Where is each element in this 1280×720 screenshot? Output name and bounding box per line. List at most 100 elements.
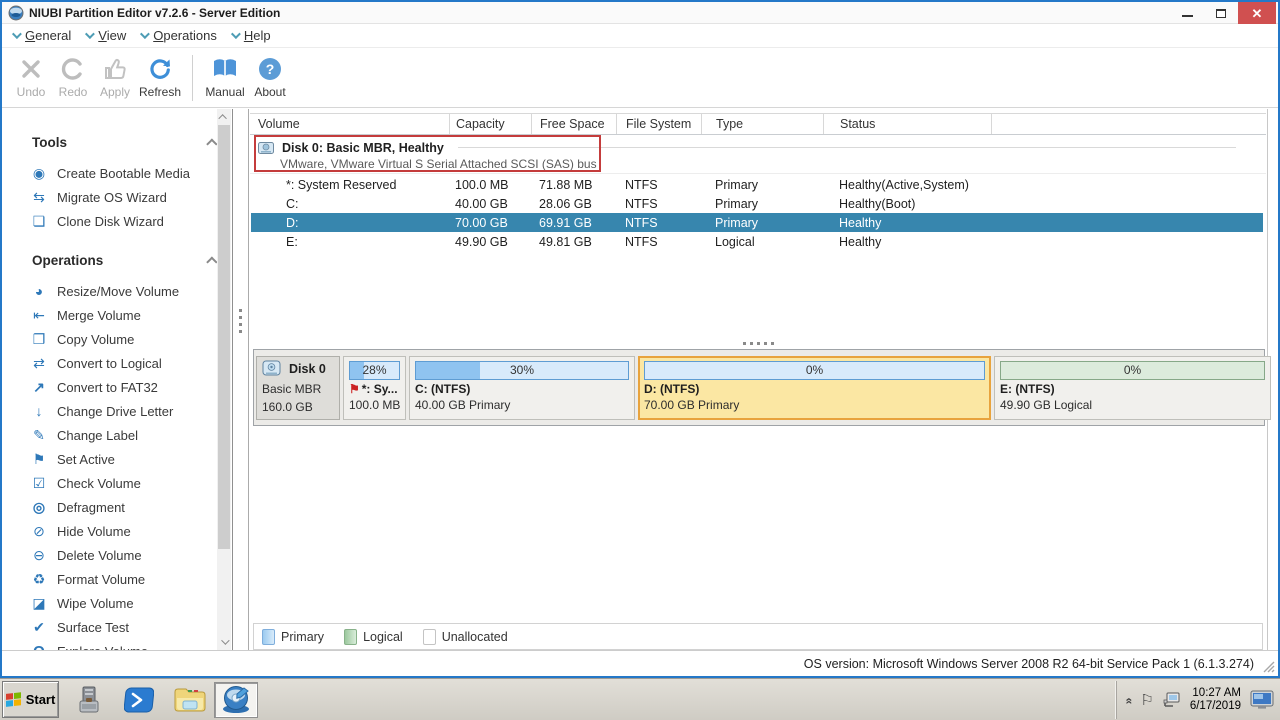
- open-book-icon: [214, 59, 236, 76]
- redo-button[interactable]: Redo: [52, 51, 94, 105]
- partition-block-c[interactable]: 30% C: (NTFS) 40.00 GB Primary: [409, 356, 635, 420]
- sidebar-item-migrate-os-wizard[interactable]: Migrate OS Wizard: [2, 185, 232, 209]
- action-center-flag-icon[interactable]: ⚐: [1140, 691, 1153, 709]
- resize-grip[interactable]: [1263, 661, 1275, 673]
- database-delete-icon: [30, 548, 48, 562]
- table-row-e[interactable]: E: 49.90 GB 49.81 GB NTFS Logical Health…: [251, 232, 1263, 251]
- boot-flag-icon: ⚑: [349, 382, 360, 396]
- minimize-icon: [1181, 15, 1193, 17]
- start-button[interactable]: Start: [2, 681, 59, 718]
- resize-pie-icon: [30, 284, 48, 298]
- menu-operations[interactable]: Operations: [140, 28, 217, 43]
- tray-clock[interactable]: 10:27 AM 6/17/2019: [1190, 687, 1241, 713]
- close-icon: ✕: [1251, 5, 1263, 21]
- taskbar-server-manager-icon[interactable]: [70, 682, 108, 718]
- menu-help[interactable]: Help: [230, 28, 271, 43]
- column-header-file-system[interactable]: File System: [617, 114, 702, 134]
- sidebar-item-merge-volume[interactable]: Merge Volume: [2, 303, 232, 327]
- column-header-status[interactable]: Status: [824, 114, 992, 134]
- eraser-icon: [30, 596, 48, 610]
- monitor-tray-icon[interactable]: [1250, 690, 1274, 710]
- maximize-button[interactable]: [1204, 2, 1238, 24]
- sidebar-item-delete-volume[interactable]: Delete Volume: [2, 543, 232, 567]
- menu-general[interactable]: General: [11, 28, 71, 43]
- horizontal-splitter[interactable]: [249, 337, 1267, 349]
- content-area: Volume Capacity Free Space File System T…: [248, 109, 1271, 650]
- sidebar-item-clone-disk-wizard[interactable]: Clone Disk Wizard: [2, 209, 232, 233]
- sidebar-item-defragment[interactable]: Defragment: [2, 495, 232, 519]
- hidden-icons-chevron[interactable]: «: [1122, 698, 1136, 703]
- partition-block-d-selected[interactable]: 0% D: (NTFS) 70.00 GB Primary: [638, 356, 991, 420]
- column-header-type[interactable]: Type: [702, 114, 824, 134]
- sidebar-item-format-volume[interactable]: Format Volume: [2, 567, 232, 591]
- sidebar-item-resize-move-volume[interactable]: Resize/Move Volume: [2, 279, 232, 303]
- usage-bar: 28%: [349, 361, 400, 380]
- taskbar-powershell-icon[interactable]: [120, 682, 158, 718]
- undo-button[interactable]: Undo: [10, 51, 52, 105]
- sidebar-item-change-drive-letter[interactable]: Change Drive Letter: [2, 399, 232, 423]
- usage-bar: 0%: [644, 361, 985, 380]
- app-logo-icon: [8, 5, 24, 20]
- taskbar: Start « ⚐ 10:27 AM 6/17/2019: [0, 678, 1280, 720]
- minimize-button[interactable]: [1170, 2, 1204, 24]
- sidebar-scrollbar[interactable]: [217, 109, 231, 650]
- sidebar-item-hide-volume[interactable]: Hide Volume: [2, 519, 232, 543]
- column-header-volume[interactable]: Volume: [250, 114, 450, 134]
- sidebar-item-explore-volume[interactable]: Explore Volume: [2, 639, 232, 651]
- sidebar-section-tools[interactable]: Tools: [2, 129, 232, 155]
- scroll-up-arrow[interactable]: [217, 109, 231, 125]
- sidebar-item-convert-to-logical[interactable]: Convert to Logical: [2, 351, 232, 375]
- os-version-text: OS version: Microsoft Windows Server 200…: [803, 656, 1254, 671]
- column-header-free-space[interactable]: Free Space: [532, 114, 617, 134]
- pencil-icon: [30, 428, 48, 442]
- group-rule-line: [457, 147, 1236, 148]
- sidebar-item-copy-volume[interactable]: Copy Volume: [2, 327, 232, 351]
- disk0-group-row[interactable]: Disk 0: Basic MBR, Healthy VMware, VMwar…: [250, 136, 1266, 174]
- partition-block-e[interactable]: 0% E: (NTFS) 49.90 GB Logical: [994, 356, 1271, 420]
- apply-button[interactable]: Apply: [94, 51, 136, 105]
- sidebar-section-operations[interactable]: Operations: [2, 247, 232, 273]
- column-header-capacity[interactable]: Capacity: [450, 114, 532, 134]
- thumbs-up-icon: [105, 58, 126, 79]
- disk0-title: Disk 0: Basic MBR, Healthy: [282, 140, 444, 155]
- convert-arrows-icon: [30, 356, 48, 370]
- sidebar-item-create-bootable-media[interactable]: Create Bootable Media: [2, 161, 232, 185]
- table-row-system-reserved[interactable]: *: System Reserved 100.0 MB 71.88 MB NTF…: [251, 175, 1263, 194]
- scroll-down-arrow[interactable]: [217, 634, 231, 650]
- legend-primary: Primary: [262, 628, 324, 645]
- vertical-splitter[interactable]: [234, 109, 248, 650]
- partition-block-system-reserved[interactable]: 28% ⚑ *: Sy... 100.0 MB: [343, 356, 406, 420]
- usage-bar: 0%: [1000, 361, 1265, 380]
- primary-swatch-icon: [262, 628, 275, 645]
- manual-button[interactable]: Manual: [201, 51, 249, 105]
- taskbar-niubi-partition-editor-icon[interactable]: [214, 682, 258, 718]
- sidebar-item-set-active[interactable]: Set Active: [2, 447, 232, 471]
- disk0-subtitle: VMware, VMware Virtual S Serial Attached…: [280, 157, 597, 171]
- about-button[interactable]: ? About: [249, 51, 291, 105]
- sidebar-item-check-volume[interactable]: Check Volume: [2, 471, 232, 495]
- sidebar-item-surface-test[interactable]: Surface Test: [2, 615, 232, 639]
- table-row-d-selected[interactable]: D: 70.00 GB 69.91 GB NTFS Primary Health…: [251, 213, 1263, 232]
- svg-text:?: ?: [266, 61, 275, 77]
- volume-table-body: *: System Reserved 100.0 MB 71.88 MB NTF…: [251, 175, 1263, 251]
- refresh-button[interactable]: Refresh: [136, 51, 184, 105]
- sidebar-item-change-label[interactable]: Change Label: [2, 423, 232, 447]
- clock-date: 6/17/2019: [1189, 700, 1241, 712]
- scrollbar-thumb[interactable]: [218, 125, 230, 549]
- menu-view[interactable]: View: [85, 28, 126, 43]
- spiral-target-icon: [30, 500, 48, 514]
- disk0-info-block[interactable]: Disk 0 Basic MBR 160.0 GB: [256, 356, 340, 420]
- legend-bar: Primary Logical Unallocated: [253, 623, 1263, 650]
- network-icon[interactable]: [1163, 692, 1181, 708]
- chevron-down-icon: [85, 29, 96, 40]
- disk0-name: Disk 0: [289, 362, 326, 376]
- recycle-icon: [30, 572, 48, 586]
- close-button[interactable]: ✕: [1238, 2, 1276, 24]
- table-row-c[interactable]: C: 40.00 GB 28.06 GB NTFS Primary Health…: [251, 194, 1263, 213]
- sidebar-item-wipe-volume[interactable]: Wipe Volume: [2, 591, 232, 615]
- legend-unallocated: Unallocated: [422, 628, 508, 645]
- sidebar-item-convert-to-fat32[interactable]: Convert to FAT32: [2, 375, 232, 399]
- merge-arrow-icon: [30, 308, 48, 322]
- taskbar-file-explorer-icon[interactable]: [170, 682, 210, 718]
- drive-letter-icon: [30, 404, 48, 418]
